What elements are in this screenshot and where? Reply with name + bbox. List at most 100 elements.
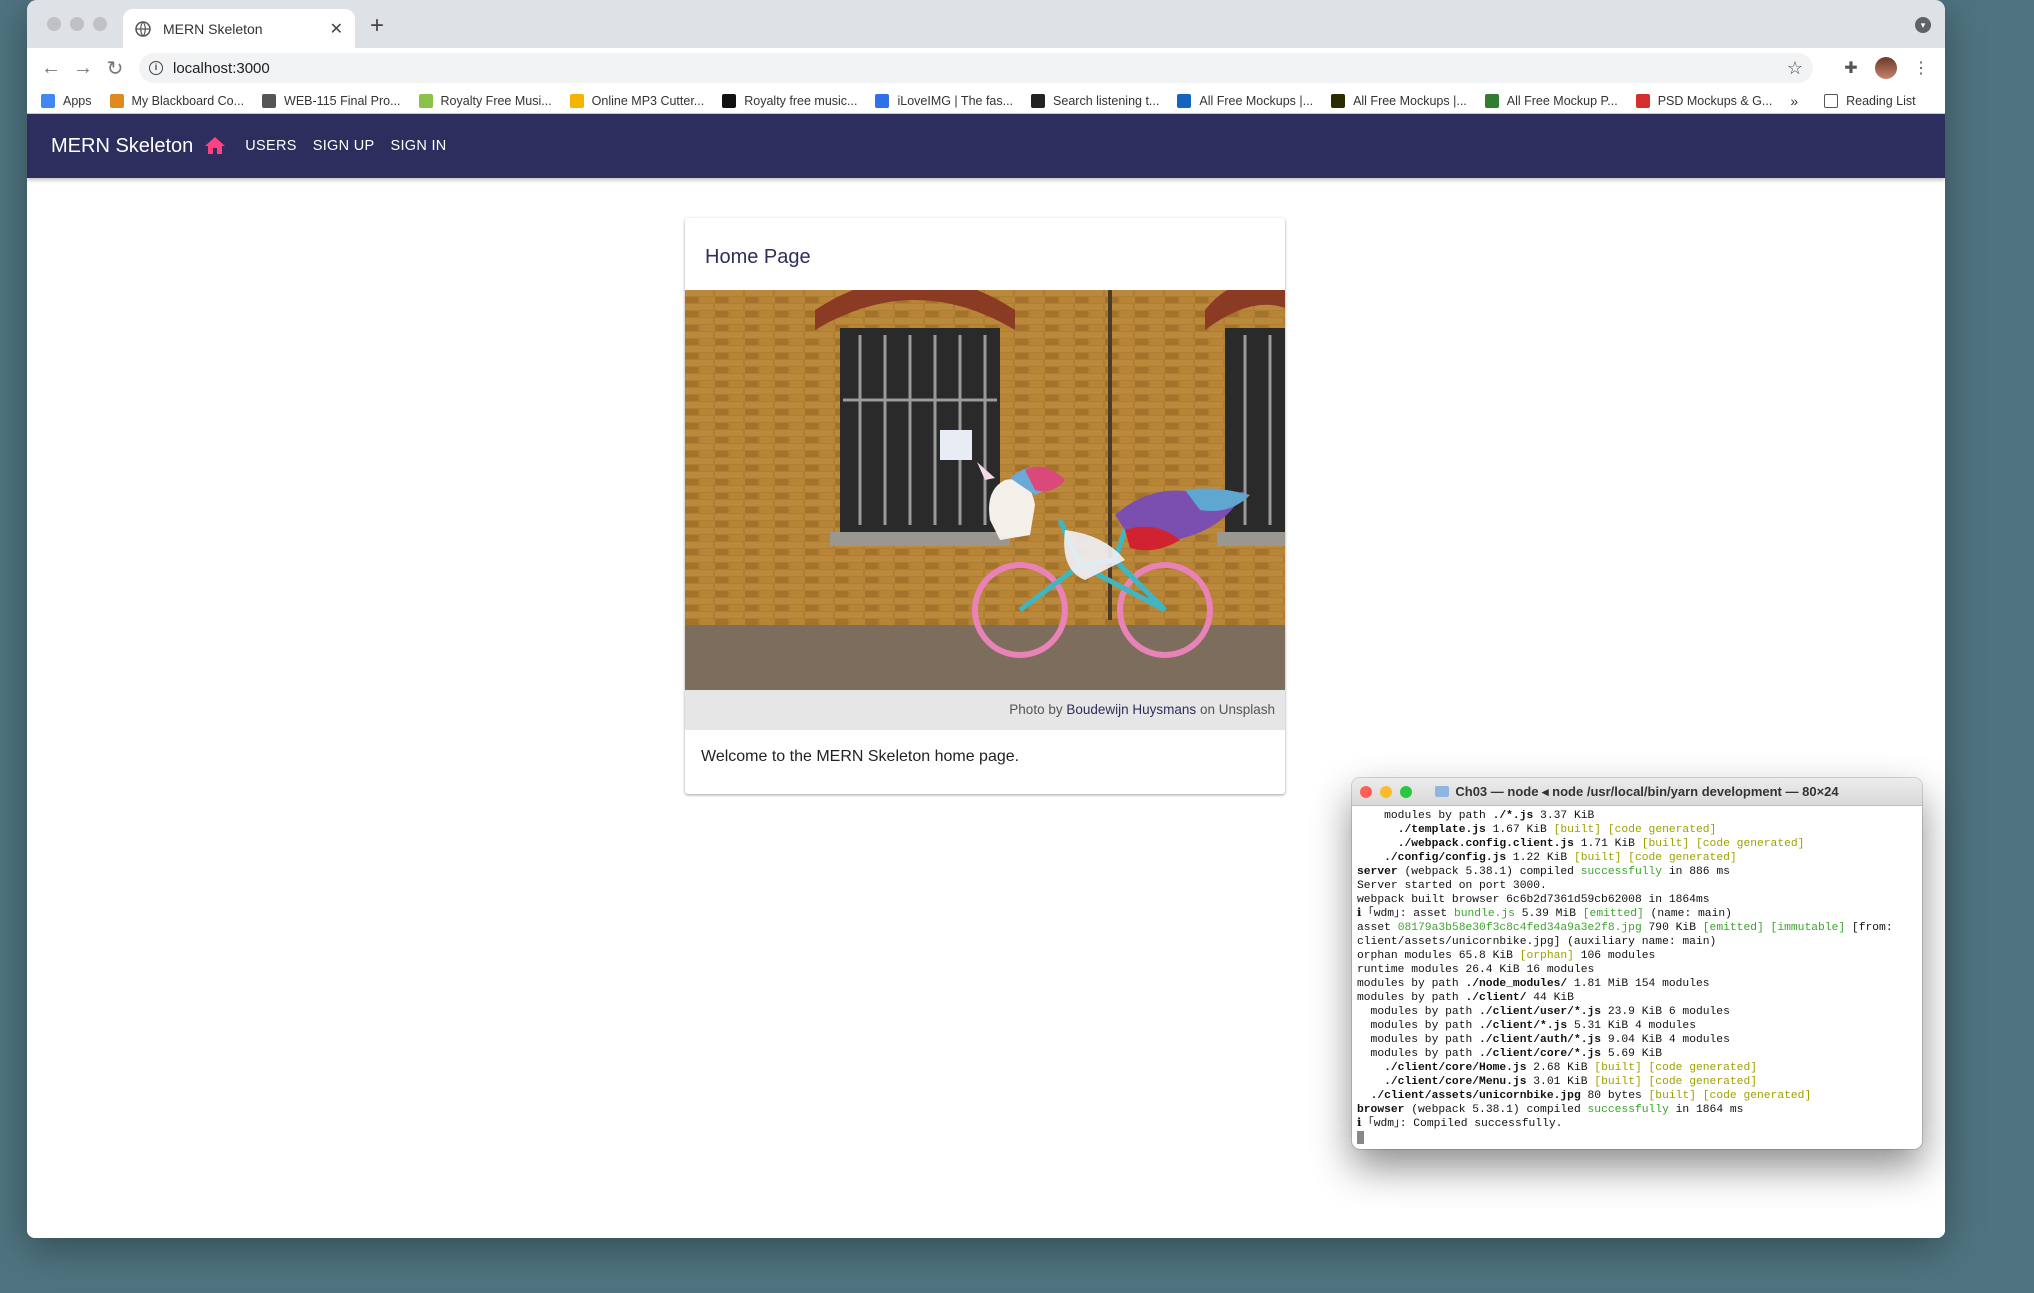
address-bar[interactable]: i localhost:3000 ☆ <box>139 53 1813 83</box>
app-bar: MERN Skeleton USERS SIGN UP SIGN IN <box>27 114 1945 178</box>
home-icon[interactable] <box>203 134 227 158</box>
bookmark-item[interactable]: All Free Mockups |... <box>1177 93 1314 108</box>
terminal-text: ./client/assets/unicornbike.jpg <box>1370 1090 1581 1102</box>
terminal-text: orphan modules 65.8 KiB <box>1357 950 1520 962</box>
bookmark-item[interactable]: Online MP3 Cutter... <box>569 93 704 108</box>
terminal-text: ./webpack.config.client.js <box>1397 838 1574 850</box>
terminal-text: modules by path <box>1357 1006 1480 1018</box>
terminal-line: ./client/assets/unicornbike.jpg 80 bytes… <box>1357 1089 1917 1103</box>
bookmark-item[interactable]: WEB-115 Final Pro... <box>262 93 401 108</box>
bookmarks-more-button[interactable]: » <box>1790 93 1798 109</box>
terminal-text: modules by path <box>1357 1048 1480 1060</box>
bookmark-favicon-icon <box>1031 93 1046 108</box>
terminal-text: modules by path <box>1357 978 1466 990</box>
caption-prefix: Photo by <box>1009 702 1063 717</box>
bookmark-favicon-icon <box>262 93 277 108</box>
close-tab-icon[interactable]: ✕ <box>330 19 343 39</box>
terminal-text: 44 KiB <box>1526 992 1574 1004</box>
bookmark-item[interactable]: Royalty free music... <box>722 93 858 108</box>
terminal-line: runtime modules 26.4 KiB 16 modules <box>1357 963 1917 977</box>
terminal-line: orphan modules 65.8 KiB [orphan] 106 mod… <box>1357 949 1917 963</box>
menu-dots-icon[interactable]: ⋮ <box>1907 58 1935 78</box>
nav-sign-up[interactable]: SIGN UP <box>313 138 375 154</box>
terminal-text: [built] [code generated] <box>1573 852 1737 864</box>
terminal-text: modules by path <box>1357 992 1466 1004</box>
terminal-text: 9.04 KiB 4 modules <box>1601 1034 1730 1046</box>
terminal-text: [built] [code generated] <box>1594 1076 1757 1088</box>
terminal-text: 2.68 KiB <box>1526 1062 1595 1074</box>
bookmark-item[interactable]: PSD Mockups & G... <box>1635 93 1773 108</box>
bookmark-favicon-icon <box>1484 93 1499 108</box>
terminal-text: [built] [code generated] <box>1641 838 1805 850</box>
profile-avatar[interactable] <box>1875 57 1897 79</box>
terminal-window: Ch03 — node ◂ node /usr/local/bin/yarn d… <box>1352 778 1922 1149</box>
new-tab-button[interactable]: + <box>370 12 384 40</box>
bookmark-favicon-icon <box>109 93 124 108</box>
terminal-line: modules by path ./*.js 3.37 KiB <box>1357 809 1917 823</box>
terminal-text: in 886 ms <box>1662 866 1730 878</box>
bookmark-label: All Free Mockups |... <box>1199 93 1314 108</box>
forward-button[interactable]: → <box>69 57 97 80</box>
browser-tab[interactable]: MERN Skeleton ✕ <box>123 9 355 48</box>
site-info-icon[interactable]: i <box>149 61 163 75</box>
bookmark-favicon-icon <box>1177 93 1192 108</box>
back-button[interactable]: ← <box>37 57 65 80</box>
bookmark-item[interactable]: Royalty Free Musi... <box>418 93 552 108</box>
terminal-text: ℹ ｢wdm｣: asset <box>1357 908 1454 920</box>
welcome-text: Welcome to the MERN Skeleton home page. <box>701 748 1020 765</box>
bookmark-label: All Free Mockups |... <box>1353 93 1467 108</box>
terminal-line: webpack built browser 6c6b2d7361d59cb620… <box>1357 893 1917 907</box>
close-window-button[interactable] <box>47 17 61 31</box>
terminal-text: [emitted] <box>1582 908 1644 920</box>
bookmark-item[interactable]: iLoveIMG | The fas... <box>875 93 1014 108</box>
bookmark-label: PSD Mockups & G... <box>1657 93 1773 108</box>
terminal-text: 5.69 KiB <box>1601 1048 1663 1060</box>
bookmark-favicon-icon <box>722 93 737 108</box>
caption-author-link[interactable]: Boudewijn Huysmans <box>1066 702 1196 717</box>
terminal-output[interactable]: modules by path ./*.js 3.37 KiB ./templa… <box>1352 806 1922 1148</box>
bookmark-item[interactable]: Search listening t... <box>1031 93 1160 108</box>
terminal-line: modules by path ./client/user/*.js 23.9 … <box>1357 1005 1917 1019</box>
bookmark-favicon-icon <box>569 93 584 108</box>
terminal-text: 5.31 KiB 4 modules <box>1567 1020 1696 1032</box>
terminal-line: asset 08179a3b58e30f3c8c4fed34a9a3e2f8.j… <box>1357 921 1917 935</box>
reload-button[interactable]: ↻ <box>101 56 129 81</box>
url-text[interactable]: localhost:3000 <box>173 60 1787 77</box>
reading-list-button[interactable]: Reading List <box>1824 93 1916 108</box>
extensions-icon[interactable]: ✚ <box>1837 58 1865 78</box>
tab-search-icon[interactable]: ▾ <box>1915 17 1931 33</box>
zoom-window-button[interactable] <box>93 17 107 31</box>
bookmark-label: Royalty free music... <box>744 93 858 108</box>
unicorn-bike-photo <box>685 290 1285 690</box>
terminal-titlebar: Ch03 — node ◂ node /usr/local/bin/yarn d… <box>1352 778 1922 806</box>
terminal-line: ./client/core/Home.js 2.68 KiB [built] [… <box>1357 1061 1917 1075</box>
terminal-text: 23.9 KiB 6 modules <box>1601 1006 1730 1018</box>
terminal-text: ./client/core/Menu.js <box>1384 1076 1527 1088</box>
terminal-text: 1.22 KiB <box>1506 852 1574 864</box>
nav-users[interactable]: USERS <box>245 138 296 154</box>
bookmark-item[interactable]: My Blackboard Co... <box>109 93 244 108</box>
bookmark-label: Apps <box>63 93 92 108</box>
terminal-text: server <box>1357 866 1398 878</box>
bookmark-label: iLoveIMG | The fas... <box>897 93 1014 108</box>
bookmark-star-icon[interactable]: ☆ <box>1787 58 1803 79</box>
bookmark-item[interactable]: Apps <box>41 93 92 108</box>
bookmark-item[interactable]: All Free Mockup P... <box>1484 93 1618 108</box>
terminal-text: asset <box>1357 922 1398 934</box>
terminal-text: 1.67 KiB <box>1485 824 1554 836</box>
terminal-text: ./client/user/*.js <box>1479 1006 1602 1018</box>
bookmark-favicon-icon <box>875 93 890 108</box>
terminal-text: (webpack 5.38.1) compiled <box>1397 866 1581 878</box>
nav-sign-in[interactable]: SIGN IN <box>390 138 446 154</box>
brand-title: MERN Skeleton <box>51 134 194 157</box>
terminal-text: 5.39 MiB <box>1514 908 1583 920</box>
bookmark-label: Search listening t... <box>1053 93 1160 108</box>
tab-title: MERN Skeleton <box>163 20 263 37</box>
terminal-text: [emitted] [immutable] <box>1702 922 1846 934</box>
terminal-text: browser <box>1357 1104 1405 1116</box>
minimize-window-button[interactable] <box>70 17 84 31</box>
bookmark-item[interactable]: All Free Mockups |... <box>1331 93 1467 108</box>
terminal-line: Server started on port 3000. <box>1357 879 1917 893</box>
terminal-text: modules by path <box>1357 1034 1480 1046</box>
